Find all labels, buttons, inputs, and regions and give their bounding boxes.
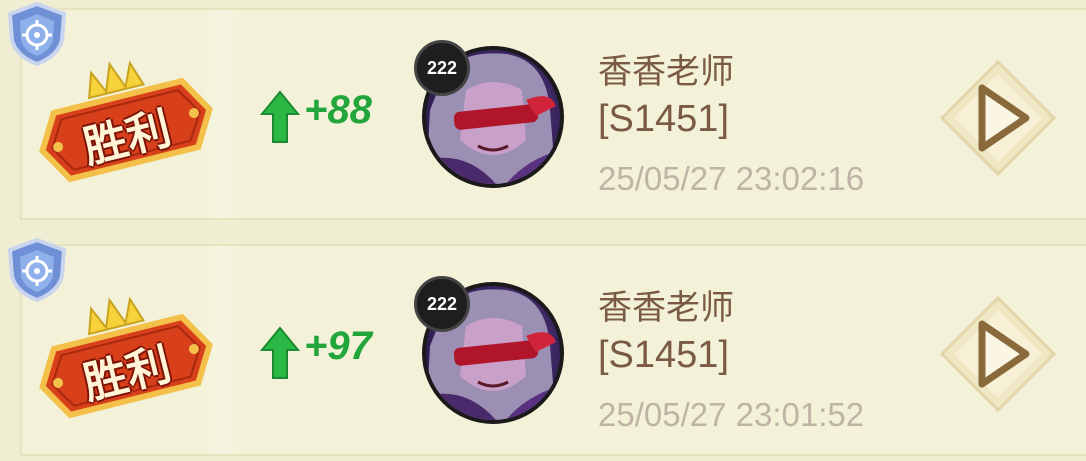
server-id: [S1451] [598,98,729,140]
opponent-avatar[interactable]: 222 [414,276,568,428]
play-replay-icon[interactable] [938,294,1058,414]
match-timestamp: 25/05/27 23:01:52 [598,396,865,433]
battle-record-row: 胜利 +88 222 香香老师 [S1451] 25/05/27 23:02:1… [7,1,1086,220]
level-badge: 222 [414,40,470,96]
level-badge: 222 [414,276,470,332]
player-name: 香香老师 [598,288,734,328]
up-arrow-icon [260,326,300,379]
opponent-avatar[interactable]: 222 [414,40,568,192]
play-replay-icon[interactable] [938,58,1058,178]
player-name: 香香老师 [598,52,734,92]
server-id: [S1451] [598,334,729,376]
score-change: +88 [304,88,372,132]
up-arrow-icon [260,90,300,143]
score-change: +97 [304,324,372,368]
match-timestamp: 25/05/27 23:02:16 [598,160,865,197]
battle-record-row: 胜利 +97 222 香香老师 [S1451] 25/05/27 23:01:5… [7,237,1086,456]
